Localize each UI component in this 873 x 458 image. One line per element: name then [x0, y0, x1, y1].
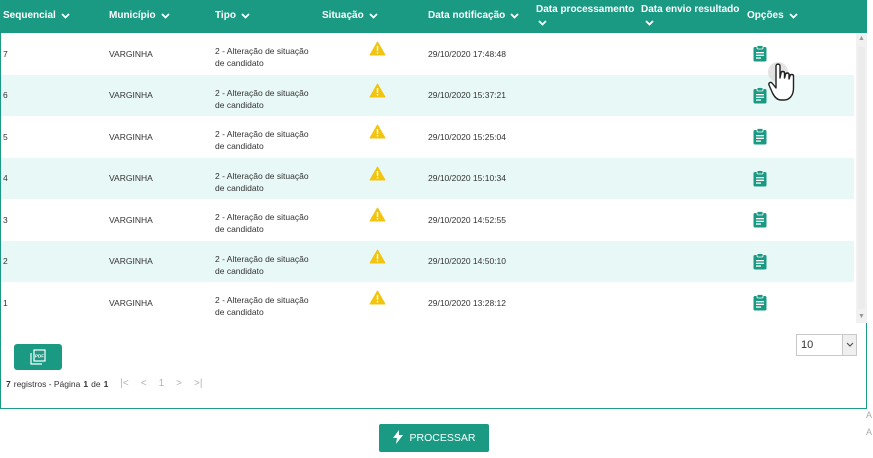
clipboard-icon[interactable]	[753, 86, 767, 106]
header-situacao[interactable]: Situação	[322, 10, 378, 21]
cell-tipo: 2 - Alteração de situação de candidato	[215, 46, 309, 68]
chevron-down-icon	[789, 13, 798, 19]
cell-data-notificacao: 29/10/2020 15:10:34	[428, 173, 506, 184]
chevron-down-icon	[538, 20, 547, 26]
next-page-button[interactable]: >	[176, 378, 182, 389]
cell-municipio: VARGINHA	[109, 90, 153, 101]
cell-tipo: 2 - Alteração de situação de candidato	[215, 212, 309, 234]
table-row: 3 VARGINHA 2 - Alteração de situação de can…	[1, 199, 854, 241]
chevron-down-icon	[645, 20, 654, 26]
header-data-envio-resultado[interactable]: Data envio resultado	[641, 3, 739, 29]
table-row: 4 VARGINHA 2 - Alteração de situação de can…	[1, 157, 854, 199]
cell-data-notificacao: 29/10/2020 15:37:21	[428, 90, 506, 101]
warning-icon	[369, 249, 386, 266]
table-row: 7 VARGINHA 2 - Alteração de situação de can…	[1, 33, 854, 75]
table-body: 7 VARGINHA 2 - Alteração de situação de can…	[1, 33, 854, 323]
warning-icon	[369, 83, 386, 100]
cell-data-notificacao: 29/10/2020 14:52:55	[428, 214, 506, 225]
table-row: 2 VARGINHA 2 - Alteração de situação de can…	[1, 240, 854, 282]
clipboard-icon[interactable]	[753, 169, 767, 189]
edge-text-fragment: A	[866, 427, 873, 437]
notifications-panel: Sequencial Município Tipo Situação Data …	[0, 0, 867, 409]
chevron-down-icon[interactable]	[842, 335, 856, 355]
table-scrollbar[interactable]: ▲ ▼	[856, 33, 867, 323]
warning-icon	[369, 207, 386, 224]
prev-page-button[interactable]: <	[141, 378, 147, 389]
header-tipo[interactable]: Tipo	[215, 10, 250, 21]
table-row: 6 VARGINHA 2 - Alteração de situação de can…	[1, 74, 854, 116]
cell-sequencial: 6	[3, 90, 8, 101]
chevron-down-icon	[241, 13, 250, 19]
chevron-down-icon	[61, 13, 70, 19]
clipboard-icon[interactable]	[753, 252, 767, 272]
cell-municipio: VARGINHA	[109, 173, 153, 184]
cell-municipio: VARGINHA	[109, 48, 153, 59]
chevron-down-icon	[369, 13, 378, 19]
cell-sequencial: 1	[3, 297, 8, 308]
scrollbar-thumb[interactable]	[858, 47, 865, 309]
cell-sequencial: 2	[3, 256, 8, 267]
warning-icon	[369, 166, 386, 183]
table-row: 5 VARGINHA 2 - Alteração de situação de can…	[1, 116, 854, 158]
cell-municipio: VARGINHA	[109, 131, 153, 142]
cell-tipo: 2 - Alteração de situação de candidato	[215, 253, 309, 276]
cell-municipio: VARGINHA	[109, 214, 153, 225]
chevron-down-icon	[510, 13, 519, 19]
cell-sequencial: 5	[3, 131, 8, 142]
table-header: Sequencial Município Tipo Situação Data …	[1, 0, 867, 33]
scroll-up-arrow[interactable]: ▲	[856, 33, 867, 45]
cell-data-notificacao: 29/10/2020 13:28:12	[428, 297, 506, 308]
current-page-number[interactable]: 1	[159, 378, 165, 389]
cell-sequencial: 7	[3, 48, 8, 59]
cell-data-notificacao: 29/10/2020 17:48:48	[428, 48, 506, 59]
cell-tipo: 2 - Alteração de situação de candidato	[215, 87, 309, 110]
cell-data-notificacao: 29/10/2020 15:25:04	[428, 131, 506, 142]
warning-icon	[369, 124, 386, 141]
cell-tipo: 2 - Alteração de situação de candidato	[215, 129, 309, 151]
header-opcoes[interactable]: Opções	[747, 10, 798, 21]
svg-text:PDF: PDF	[35, 354, 44, 359]
page-size-select[interactable]: 10	[796, 334, 857, 356]
header-data-notificacao[interactable]: Data notificação	[428, 10, 519, 21]
table-row: 1 VARGINHA 2 - Alteração de situação de can…	[1, 282, 854, 323]
warning-icon	[369, 290, 386, 307]
cell-data-notificacao: 29/10/2020 14:50:10	[428, 256, 506, 267]
clipboard-icon[interactable]	[753, 45, 767, 64]
cell-municipio: VARGINHA	[109, 256, 153, 267]
clipboard-icon[interactable]	[753, 294, 767, 313]
chevron-down-icon	[161, 13, 170, 19]
pdf-icon: PDF	[30, 349, 46, 365]
warning-icon	[369, 41, 386, 58]
process-button[interactable]: PROCESSAR	[379, 424, 489, 452]
pdf-export-button[interactable]: PDF	[14, 344, 62, 370]
pagination: 7 registros - Página 1 de 1 |< < 1 > >|	[6, 378, 203, 389]
cell-sequencial: 4	[3, 173, 8, 184]
scroll-down-arrow[interactable]: ▼	[856, 311, 867, 323]
edge-text-fragment: A	[866, 410, 873, 420]
hand-cursor-icon	[767, 58, 799, 109]
last-page-button[interactable]: >|	[194, 378, 202, 389]
first-page-button[interactable]: |<	[120, 378, 128, 389]
clipboard-icon[interactable]	[753, 211, 767, 230]
bolt-icon	[392, 429, 403, 447]
cell-tipo: 2 - Alteração de situação de candidato	[215, 170, 309, 193]
header-data-processamento[interactable]: Data processamento	[536, 3, 634, 29]
cell-municipio: VARGINHA	[109, 297, 153, 308]
cell-tipo: 2 - Alteração de situação de candidato	[215, 295, 309, 317]
clipboard-icon[interactable]	[753, 128, 767, 147]
cell-sequencial: 3	[3, 214, 8, 225]
header-municipio[interactable]: Município	[109, 10, 170, 21]
header-sequencial[interactable]: Sequencial	[3, 10, 70, 21]
